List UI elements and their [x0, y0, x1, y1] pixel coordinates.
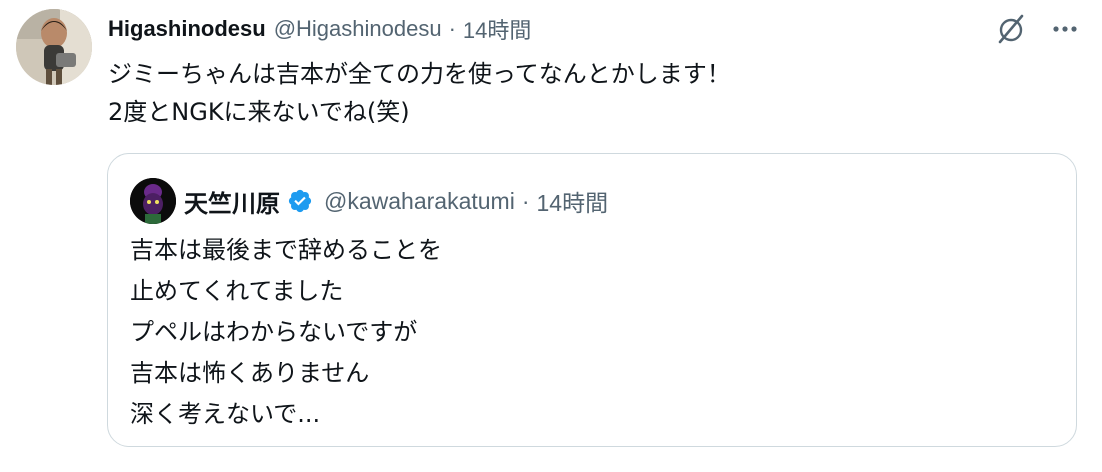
- quoted-tweet-card[interactable]: 天竺川原 @kawaharakatumi · 14時間 吉本は最後まで辞めること…: [107, 153, 1077, 447]
- quote-avatar-image: [130, 178, 176, 224]
- tweet-text-line: 2度とNGKに来ないでね(笑): [108, 98, 410, 126]
- quote-text-line: 深く考えないで...: [130, 400, 321, 428]
- tweet-timestamp[interactable]: 14時間: [463, 13, 531, 45]
- quote-text: 吉本は最後まで辞めることを 止めてくれてました プペルはわからないですが 吉本は…: [130, 230, 442, 435]
- grok-icon[interactable]: [994, 12, 1028, 46]
- quote-text-line: 止めてくれてました: [130, 277, 344, 305]
- quote-author-avatar[interactable]: [130, 178, 176, 224]
- quote-timestamp[interactable]: 14時間: [537, 184, 609, 218]
- tweet[interactable]: Higashinodesu @Higashinodesu · 14時間 ジミーち…: [0, 0, 1102, 472]
- author-display-name[interactable]: Higashinodesu: [108, 16, 266, 42]
- quote-header: 天竺川原 @kawaharakatumi · 14時間: [130, 178, 608, 224]
- quote-text-line: 吉本は怖くありません: [130, 359, 370, 387]
- more-icon[interactable]: [1048, 12, 1082, 46]
- author-handle[interactable]: @Higashinodesu: [274, 16, 442, 42]
- author-avatar[interactable]: [16, 9, 92, 85]
- avatar-image: [16, 9, 92, 85]
- quote-author-handle[interactable]: @kawaharakatumi: [324, 188, 515, 215]
- tweet-top-actions: [994, 12, 1082, 46]
- quote-text-line: プペルはわからないですが: [130, 318, 418, 346]
- quote-text-line: 吉本は最後まで辞めることを: [130, 236, 442, 264]
- header-separator: ·: [448, 16, 456, 41]
- tweet-header: Higashinodesu @Higashinodesu · 14時間: [108, 12, 531, 46]
- quote-author-display-name[interactable]: 天竺川原: [184, 184, 280, 219]
- verified-badge-icon[interactable]: [286, 187, 314, 215]
- quote-header-separator: ·: [521, 187, 530, 214]
- tweet-text: ジミーちゃんは吉本が全ての力を使ってなんとかします！ 2度とNGKに来ないでね(…: [108, 55, 1068, 131]
- tweet-text-line: ジミーちゃんは吉本が全ての力を使ってなんとかします！: [108, 60, 731, 88]
